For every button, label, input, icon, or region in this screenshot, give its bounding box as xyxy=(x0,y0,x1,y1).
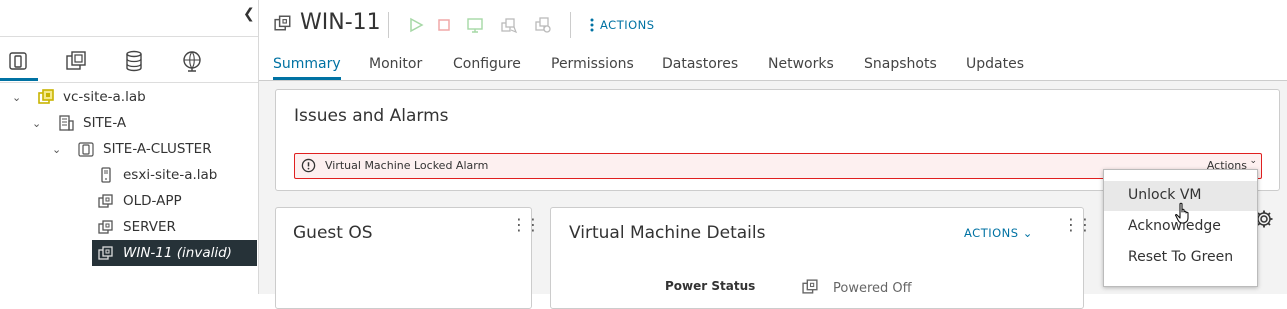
vertical-dots-icon xyxy=(590,18,594,32)
tree-item-label: vc-site-a.lab xyxy=(63,89,146,105)
power-status-label: Power Status xyxy=(665,279,756,293)
tree-item-vm[interactable]: SERVER xyxy=(0,214,258,240)
alarm-actions-dropdown: Unlock VM Acknowledge Reset To Green xyxy=(1103,169,1258,287)
actions-label: ACTIONS xyxy=(600,18,655,32)
hand-cursor-icon xyxy=(1175,202,1189,224)
vm-icon xyxy=(98,246,113,260)
tab-networks[interactable]: Networks xyxy=(768,56,834,72)
storage-view-icon[interactable] xyxy=(120,47,148,75)
tree-item-label: OLD-APP xyxy=(123,193,182,209)
error-circle-icon xyxy=(301,158,316,173)
tree-item-label: WIN-11 (invalid) xyxy=(123,245,232,261)
vm-icon xyxy=(98,220,113,234)
inventory-view-tabs xyxy=(0,36,258,83)
datacenter-icon xyxy=(59,115,74,131)
tab-updates[interactable]: Updates xyxy=(966,56,1024,72)
vcenter-icon xyxy=(38,89,54,104)
card-title: Guest OS xyxy=(293,223,373,243)
collapse-panel-icon[interactable]: ❮ xyxy=(243,6,255,22)
menu-item-reset-to-green[interactable]: Reset To Green xyxy=(1104,243,1257,273)
chevron-down-icon[interactable]: ⌄ xyxy=(52,143,61,156)
vm-header: WIN-11 xyxy=(274,10,381,35)
migrate-icon[interactable] xyxy=(500,16,518,34)
tree-item-vcenter[interactable]: ⌄ vc-site-a.lab xyxy=(0,84,258,110)
chevron-down-icon[interactable]: ⌄ xyxy=(12,91,21,104)
power-off-icon[interactable] xyxy=(435,16,453,34)
chevron-down-icon[interactable]: ⌄ xyxy=(32,117,41,130)
vm-powered-off-icon xyxy=(802,279,818,294)
tab-configure[interactable]: Configure xyxy=(453,56,521,72)
tree-item-label: SERVER xyxy=(123,219,176,235)
menu-item-label: Unlock VM xyxy=(1128,187,1202,203)
tab-bar: Summary Monitor Configure Permissions Da… xyxy=(259,52,1287,81)
vms-templates-view-icon[interactable] xyxy=(62,47,90,75)
tree-item-datacenter[interactable]: ⌄ SITE-A xyxy=(0,110,258,136)
inventory-panel: ❮ ⌄ vc-site-a.lab ⌄ SITE-A ⌄ SITE-A-CLUS… xyxy=(0,0,259,294)
tree-item-vm[interactable]: OLD-APP xyxy=(0,188,258,214)
card-title: Virtual Machine Details xyxy=(569,223,766,243)
chevron-down-icon[interactable]: ⌄ xyxy=(1249,156,1257,166)
tree-item-label: esxi-site-a.lab xyxy=(123,167,218,183)
power-on-icon[interactable] xyxy=(407,16,425,34)
vm-details-actions-button[interactable]: ACTIONS ⌄ xyxy=(964,226,1033,240)
host-icon xyxy=(101,167,111,183)
alarm-text: Virtual Machine Locked Alarm xyxy=(325,159,489,172)
tree-item-label: SITE-A-CLUSTER xyxy=(103,141,212,157)
networking-view-icon[interactable] xyxy=(178,47,206,75)
actions-label: ACTIONS xyxy=(964,226,1019,240)
vm-settings-icon[interactable] xyxy=(534,16,552,34)
drag-handle-icon[interactable]: ⋮⋮ xyxy=(1063,217,1093,233)
toolbar-divider xyxy=(570,12,571,38)
launch-console-icon[interactable] xyxy=(466,16,484,34)
page-title: WIN-11 xyxy=(300,10,381,35)
menu-item-label: Reset To Green xyxy=(1128,249,1234,265)
tab-datastores[interactable]: Datastores xyxy=(662,56,738,72)
vm-icon xyxy=(98,194,113,208)
tree-item-cluster[interactable]: ⌄ SITE-A-CLUSTER xyxy=(0,136,258,162)
drag-handle-icon[interactable]: ⋮⋮ xyxy=(511,217,541,233)
tab-permissions[interactable]: Permissions xyxy=(551,56,634,72)
cluster-icon xyxy=(78,142,94,157)
tab-summary[interactable]: Summary xyxy=(273,56,341,80)
tree-item-label: SITE-A xyxy=(83,115,127,131)
actions-menu-button[interactable]: ACTIONS xyxy=(589,17,655,33)
vm-icon xyxy=(274,15,291,30)
card-title: Issues and Alarms xyxy=(294,106,449,126)
hosts-clusters-view-icon[interactable] xyxy=(0,47,38,81)
tree-item-vm-selected[interactable]: WIN-11 (invalid) xyxy=(92,240,257,266)
tree-item-host[interactable]: esxi-site-a.lab xyxy=(0,162,258,188)
tab-snapshots[interactable]: Snapshots xyxy=(864,56,937,72)
toolbar-divider xyxy=(388,12,389,38)
tab-monitor[interactable]: Monitor xyxy=(369,56,422,72)
